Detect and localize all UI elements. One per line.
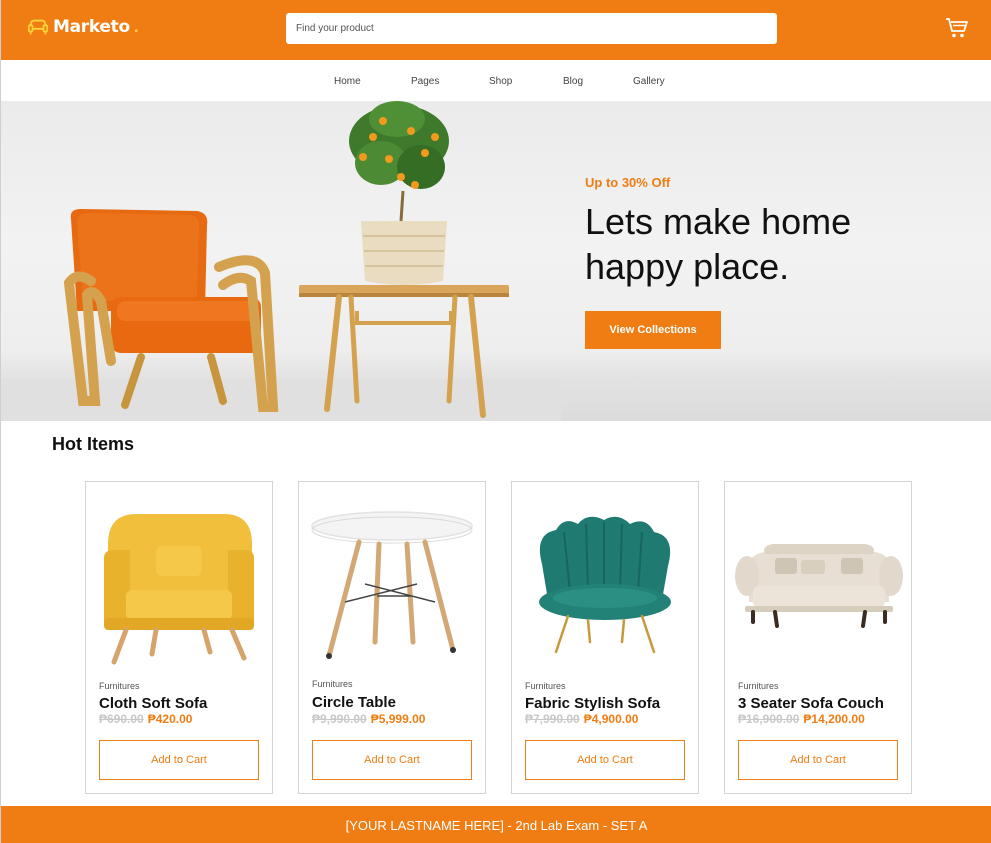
product-category: Furnitures [99,681,140,691]
old-price: ₱7,990.00 [525,712,580,726]
product-image [539,516,671,654]
nav-pages[interactable]: Pages [411,76,439,87]
product-name[interactable]: Cloth Soft Sofa [99,695,207,712]
hero-title: Lets make home happy place. [585,201,852,287]
hero-image [1,101,561,421]
nav-blog[interactable]: Blog [563,76,583,87]
search-input[interactable] [286,13,777,44]
product-prices: ₱690.00 ₱420.00 [99,712,192,726]
product-name[interactable]: 3 Seater Sofa Couch [738,695,884,712]
main-nav: Home Pages Shop Blog Gallery [1,60,991,101]
old-price: ₱690.00 [99,712,144,726]
add-to-cart-button[interactable]: Add to Cart [525,740,685,780]
old-price: ₱9,990.00 [312,712,367,726]
product-category: Furnitures [738,681,779,691]
product-image [104,514,254,665]
old-price: ₱16,900.00 [738,712,800,726]
view-collections-button[interactable]: View Collections [585,311,721,349]
sale-price: ₱4,900.00 [583,712,639,726]
product-prices: ₱9,990.00 ₱5,999.00 [312,712,425,726]
product-prices: ₱7,990.00 ₱4,900.00 [525,712,638,726]
product-card[interactable]: Furnitures Cloth Soft Sofa ₱690.00 ₱420.0… [85,481,273,794]
top-bar: Marketo. [1,0,991,60]
add-to-cart-button[interactable]: Add to Cart [99,740,259,780]
sale-price: ₱14,200.00 [803,712,865,726]
product-image [311,511,473,659]
product-prices: ₱16,900.00 ₱14,200.00 [738,712,865,726]
product-card[interactable]: Furnitures Fabric Stylish Sofa ₱7,990.00… [511,481,699,794]
brand-logo[interactable]: Marketo. [27,16,139,38]
hot-items-title: Hot Items [52,434,135,454]
product-card[interactable]: Furnitures Circle Table ₱9,990.00 ₱5,999.… [298,481,486,794]
footer: [YOUR LASTNAME HERE] - 2nd Lab Exam - SE… [1,806,991,843]
product-category: Furnitures [312,679,353,689]
hero-banner: Up to 30% Off Lets make home happy place… [1,101,991,421]
cart-icon[interactable] [945,16,969,40]
nav-gallery[interactable]: Gallery [633,76,665,87]
product-image [735,544,903,628]
nav-shop[interactable]: Shop [489,76,512,87]
hero-promo: Up to 30% Off [585,175,671,190]
product-card[interactable]: Furnitures 3 Seater Sofa Couch ₱16,900.0… [724,481,912,794]
product-category: Furnitures [525,681,566,691]
nav-home[interactable]: Home [334,76,361,87]
add-to-cart-button[interactable]: Add to Cart [738,740,898,780]
sale-price: ₱420.00 [147,712,193,726]
product-name[interactable]: Circle Table [312,694,396,711]
brand-name: Marketo [53,17,130,37]
sale-price: ₱5,999.00 [370,712,426,726]
side-table-illustration [299,101,509,418]
brand-dot: . [133,17,139,36]
armchair-illustration [63,209,279,412]
sofa-logo-icon [27,19,49,35]
add-to-cart-button[interactable]: Add to Cart [312,740,472,780]
product-name[interactable]: Fabric Stylish Sofa [525,695,660,712]
